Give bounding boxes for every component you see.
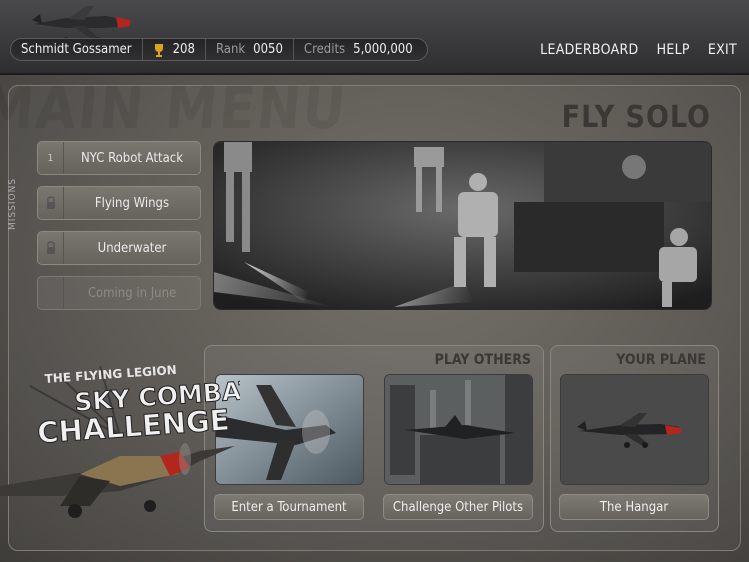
fly-solo-title: FLY SOLO <box>561 100 711 135</box>
challenge-pilots-button[interactable]: Challenge Other Pilots <box>383 494 533 520</box>
help-link[interactable]: HELP <box>657 42 690 58</box>
mission-hero-image[interactable] <box>213 141 712 310</box>
trophy-icon <box>154 43 163 57</box>
lock-icon <box>38 232 64 264</box>
hangar-button[interactable]: The Hangar <box>559 494 709 520</box>
brand-line3: CHALLENGE <box>36 403 231 450</box>
city-dogfight-image <box>385 375 532 484</box>
lock-icon <box>38 187 64 219</box>
missions-label: MISSIONS <box>7 177 18 230</box>
mission-flying-wings[interactable]: Flying Wings <box>37 186 201 220</box>
plane-preview-image <box>561 375 708 484</box>
player-name-cell: Schmidt Gossamer <box>11 39 143 60</box>
rank-label: Rank <box>215 42 246 57</box>
rank-cell: Rank 0050 <box>206 39 294 60</box>
mission-label: Flying Wings <box>94 195 170 211</box>
play-others-title: PLAY OTHERS <box>434 352 531 368</box>
credits-value: 5,000,000 <box>353 42 413 57</box>
rank-value: 0050 <box>253 42 283 57</box>
player-name: Schmidt Gossamer <box>21 42 132 57</box>
trophy-cell: 208 <box>143 39 206 60</box>
credits-label: Credits <box>303 42 346 57</box>
mission-underwater[interactable]: Underwater <box>37 231 201 265</box>
mission-label: Coming in June <box>87 285 177 301</box>
mission-label: NYC Robot Attack <box>81 150 183 166</box>
mission-number-icon: 1 <box>38 142 64 174</box>
your-plane-title: YOUR PLANE <box>616 352 706 368</box>
leaderboard-link[interactable]: LEADERBOARD <box>540 42 638 58</box>
mission-nyc-robot-attack[interactable]: 1 NYC Robot Attack <box>37 141 201 175</box>
trophy-count: 208 <box>172 42 195 57</box>
sky-combat-challenge-logo: THE FLYING LEGION SKY COMBAT CHALLENGE <box>0 356 258 556</box>
credits-cell: Credits 5,000,000 <box>294 39 423 60</box>
player-stats-bar: Schmidt Gossamer 208 Rank 0050 Credits 5… <box>10 38 428 61</box>
top-bar: Schmidt Gossamer 208 Rank 0050 Credits 5… <box>0 0 749 75</box>
your-plane-thumbnail[interactable] <box>560 374 709 485</box>
p40-plane-icon <box>0 443 235 518</box>
empty-slot <box>38 277 64 309</box>
mission-coming-soon: Coming in June <box>37 276 201 310</box>
brand-logo-image: THE FLYING LEGION SKY COMBAT CHALLENGE <box>0 363 258 518</box>
challenge-thumbnail[interactable] <box>384 374 533 485</box>
mission-number: 1 <box>47 152 54 164</box>
mission-label: Underwater <box>97 240 167 256</box>
robot-scene-image <box>214 142 711 309</box>
top-nav: LEADERBOARD HELP EXIT <box>540 42 737 58</box>
main-menu-watermark: MAIN MENU <box>0 74 351 142</box>
exit-link[interactable]: EXIT <box>708 42 737 58</box>
